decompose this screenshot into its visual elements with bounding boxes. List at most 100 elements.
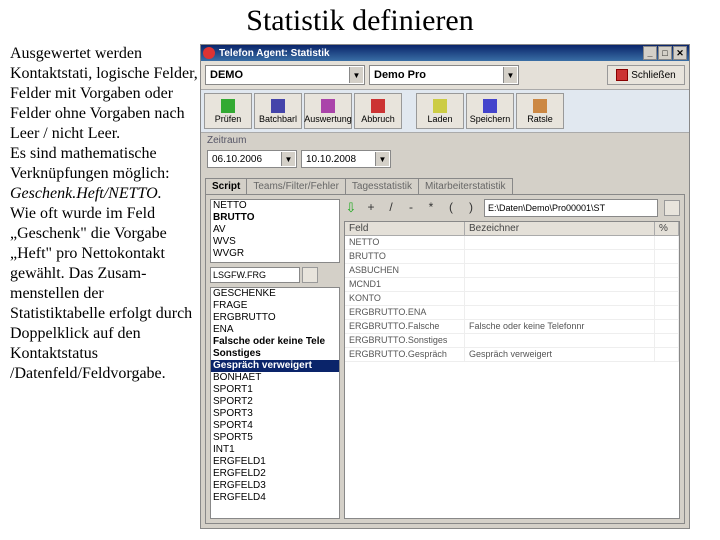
project-value: DEMO <box>210 69 243 81</box>
list-item[interactable]: ENA <box>211 324 339 336</box>
tab-body: NETTO BRUTTO AV WVS WVGR LSGFW.FRG GESCH… <box>205 194 685 524</box>
table-row[interactable]: ERGBRUTTO.GesprächGespräch verweigert <box>345 348 679 362</box>
output-path[interactable]: E:\Daten\Demo\Pro00001\ST <box>484 199 658 217</box>
minimize-button[interactable]: _ <box>643 46 657 60</box>
list-item[interactable]: BRUTTO <box>211 212 339 224</box>
save-icon <box>483 99 497 113</box>
list-item[interactable]: ERGFELD3 <box>211 480 339 492</box>
list-item[interactable]: INT1 <box>211 444 339 456</box>
operator-row: ⇩ + / - * ( ) E:\Daten\Demo\Pro00001\ST <box>344 199 680 217</box>
list-item[interactable]: BONHAET <box>211 372 339 384</box>
list-item[interactable]: WVGR <box>211 248 339 260</box>
list-item[interactable]: NETTO <box>211 200 339 212</box>
chevron-down-icon: ▼ <box>281 152 295 166</box>
list-item[interactable]: SPORT2 <box>211 396 339 408</box>
col-percent[interactable]: % <box>655 222 679 235</box>
date-to[interactable]: 10.10.2008▼ <box>301 150 391 168</box>
list-item[interactable]: ERGBRUTTO <box>211 312 339 324</box>
speichern-button[interactable]: Speichern <box>466 93 514 129</box>
tab-script[interactable]: Script <box>205 178 247 194</box>
toolbar: Prüfen Batchbarl Auswertung Abbruch Lade… <box>201 90 689 133</box>
tab-mitarbeiter[interactable]: Mitarbeiterstatistik <box>418 178 513 194</box>
browse-button[interactable] <box>664 200 680 216</box>
description-text: Ausgewertet werden Kontaktstati, logisch… <box>0 44 200 529</box>
pruefen-button[interactable]: Prüfen <box>204 93 252 129</box>
auswertung-button[interactable]: Auswertung <box>304 93 352 129</box>
script-file-field[interactable]: LSGFW.FRG <box>210 267 300 283</box>
table-row[interactable]: ERGBRUTTO.Sonstiges <box>345 334 679 348</box>
chevron-down-icon: ▼ <box>349 67 363 83</box>
list-item[interactable]: SPORT3 <box>211 408 339 420</box>
fields-listbox[interactable]: GESCHENKE FRAGE ERGBRUTTO ENA Falsche od… <box>210 287 340 519</box>
schliessen-button[interactable]: Schließen <box>607 65 685 85</box>
grid-header: Feld Bezeichner % <box>345 222 679 236</box>
window-title: Telefon Agent: Statistik <box>219 48 330 59</box>
desc-formula: Geschenk.Heft/NETTO. <box>10 185 162 202</box>
table-row[interactable]: KONTO <box>345 292 679 306</box>
check-icon <box>221 99 235 113</box>
close-icon <box>616 69 628 81</box>
list-item[interactable]: Sonstiges <box>211 348 339 360</box>
col-feld[interactable]: Feld <box>345 222 465 235</box>
desc-p1: Ausgewertet werden Kontaktstati, logisch… <box>10 45 198 142</box>
cancel-icon <box>371 99 385 113</box>
add-op-icon[interactable]: ⇩ <box>344 200 358 216</box>
slash-op[interactable]: / <box>384 200 398 216</box>
list-item[interactable]: SPORT4 <box>211 420 339 432</box>
table-row[interactable]: ERGBRUTTO.FalscheFalsche oder keine Tele… <box>345 320 679 334</box>
lparen-op[interactable]: ( <box>444 200 458 216</box>
table-row[interactable]: ERGBRUTTO.ENA <box>345 306 679 320</box>
project-desc-combo[interactable]: Demo Pro ▼ <box>369 65 519 85</box>
table-row[interactable]: NETTO <box>345 236 679 250</box>
list-item[interactable]: FRAGE <box>211 300 339 312</box>
table-row[interactable]: ASBUCHEN <box>345 264 679 278</box>
abbruch-button[interactable]: Abbruch <box>354 93 402 129</box>
list-item[interactable]: SPORT1 <box>211 384 339 396</box>
table-row[interactable]: BRUTTO <box>345 250 679 264</box>
project-bar: DEMO ▼ Demo Pro ▼ Schließen <box>201 61 689 90</box>
col-bezeichner[interactable]: Bezeichner <box>465 222 655 235</box>
desc-p2a: Es sind mathematische Verknüpfungen mögl… <box>10 145 170 182</box>
ratsle-button[interactable]: Ratsle <box>516 93 564 129</box>
report-icon <box>321 99 335 113</box>
rparen-op[interactable]: ) <box>464 200 478 216</box>
list-item-selected[interactable]: Gespräch verweigert <box>211 360 339 372</box>
chevron-down-icon: ▼ <box>375 152 389 166</box>
tab-teams[interactable]: Teams/Filter/Fehler <box>246 178 346 194</box>
zeitraum-label: Zeitraum <box>201 133 689 148</box>
table-row[interactable]: MCND1 <box>345 278 679 292</box>
minus-op[interactable]: - <box>404 200 418 216</box>
batch-button[interactable]: Batchbarl <box>254 93 302 129</box>
titlebar[interactable]: Telefon Agent: Statistik _ □ ✕ <box>201 45 689 61</box>
file-button[interactable] <box>302 267 318 283</box>
batch-icon <box>271 99 285 113</box>
app-icon <box>203 47 215 59</box>
close-window-button[interactable]: ✕ <box>673 46 687 60</box>
star-op[interactable]: * <box>424 200 438 216</box>
list-item[interactable]: ERGFELD1 <box>211 456 339 468</box>
date-from[interactable]: 06.10.2006▼ <box>207 150 297 168</box>
list-item[interactable]: AV <box>211 224 339 236</box>
project-desc-value: Demo Pro <box>374 69 426 81</box>
status-listbox[interactable]: NETTO BRUTTO AV WVS WVGR <box>210 199 340 263</box>
list-item[interactable]: ERGFELD4 <box>211 492 339 504</box>
plus-op[interactable]: + <box>364 200 378 216</box>
laden-button[interactable]: Laden <box>416 93 464 129</box>
list-item[interactable]: ERGFELD2 <box>211 468 339 480</box>
list-item[interactable]: GESCHENKE <box>211 288 339 300</box>
help-icon <box>533 99 547 113</box>
open-icon <box>433 99 447 113</box>
list-item[interactable]: SPORT5 <box>211 432 339 444</box>
close-label: Schließen <box>631 70 675 81</box>
maximize-button[interactable]: □ <box>658 46 672 60</box>
tabstrip: Script Teams/Filter/Fehler Tagesstatisti… <box>205 178 685 194</box>
stat-grid[interactable]: Feld Bezeichner % NETTOBRUTTOASBUCHENMCN… <box>344 221 680 519</box>
zeitraum-row: 06.10.2006▼ 10.10.2008▼ <box>201 148 689 174</box>
list-item[interactable]: WVS <box>211 236 339 248</box>
statistik-window: Telefon Agent: Statistik _ □ ✕ DEMO ▼ De… <box>200 44 690 529</box>
chevron-down-icon: ▼ <box>503 67 517 83</box>
slide-title: Statistik definieren <box>0 0 720 44</box>
project-combo[interactable]: DEMO ▼ <box>205 65 365 85</box>
list-item[interactable]: Falsche oder keine Tele <box>211 336 339 348</box>
tab-tagesstatistik[interactable]: Tagesstatistik <box>345 178 419 194</box>
